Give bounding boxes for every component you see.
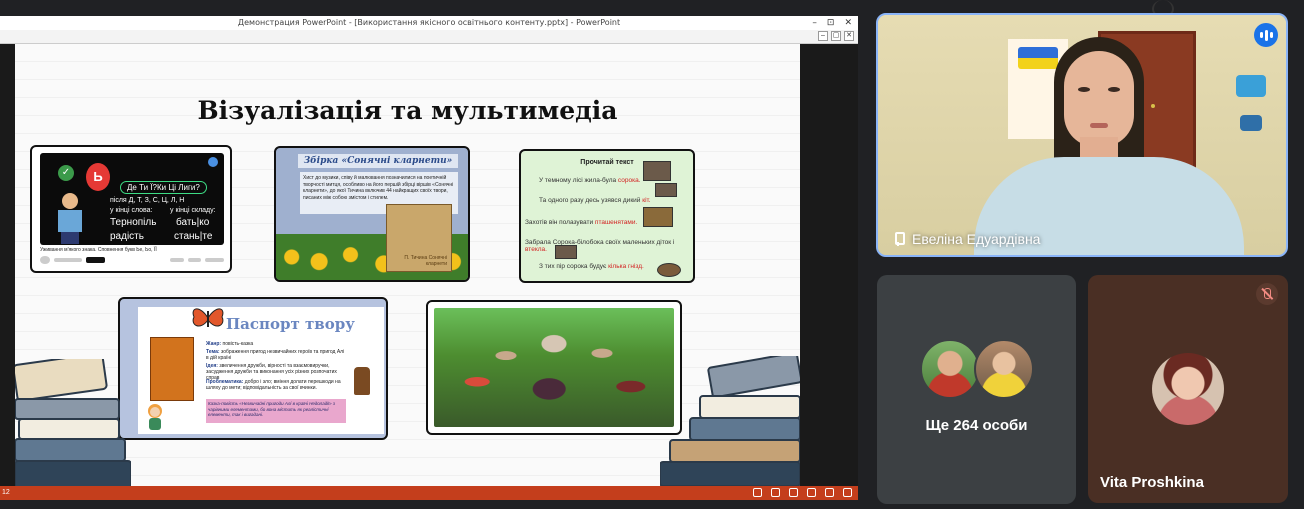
text-line-5: З тих пір сорока будує кілька гнізд. xyxy=(539,263,644,270)
video-meta xyxy=(40,255,224,265)
text-card[interactable]: Прочитай текст У темному лісі жила-була … xyxy=(519,149,695,283)
video-end-syllable: у кінці складу: xyxy=(170,207,216,214)
boy-illustration xyxy=(58,193,82,245)
books-left-illustration xyxy=(15,359,131,486)
normal-view-icon[interactable] xyxy=(807,488,816,497)
video-card[interactable]: ✓ Ь Де Ти Ї?Ки Ці Лиги? після Д, Т, З, С… xyxy=(30,145,232,273)
participant-name: Vita Proshkina xyxy=(1100,474,1204,491)
speaker-eye xyxy=(1108,87,1120,92)
clock-icon xyxy=(354,367,370,395)
movie-still-image xyxy=(434,308,674,427)
butterfly-icon xyxy=(192,308,224,327)
passport-card[interactable]: Паспорт твору Жанр: повість-казка Тема: … xyxy=(118,297,388,440)
speaker-tile[interactable]: Евеліна Едуардівна xyxy=(876,13,1288,257)
sub-close-button[interactable]: ✕ xyxy=(844,31,854,41)
speaker-face xyxy=(1064,51,1134,147)
chicks-image xyxy=(643,207,673,227)
slideshow-icon[interactable] xyxy=(843,488,852,497)
book-cover-image: П. Тичина Сонячні кларнети xyxy=(386,204,452,272)
video-question: Де Ти Ї?Ки Ці Лиги? xyxy=(120,181,207,194)
wall-sticker xyxy=(1236,75,1266,97)
window-controls: – ⊡ ✕ xyxy=(812,16,852,30)
next-icon[interactable] xyxy=(789,488,798,497)
passport-row-theme: Тема: зображення пригод незвичайних геро… xyxy=(206,349,345,361)
movie-card[interactable] xyxy=(426,300,682,435)
reading-view-icon[interactable] xyxy=(825,488,834,497)
video-caption: Уживання м'якого знака. Сповнення букв Ь… xyxy=(40,247,157,253)
speaking-indicator-icon xyxy=(1254,23,1278,47)
speaker-mouth xyxy=(1090,123,1108,128)
minimize-button[interactable]: – xyxy=(812,16,817,30)
others-count-label: Ще 264 особи xyxy=(925,417,1028,434)
balloon-icon: Ь xyxy=(86,163,110,191)
menu-icon[interactable] xyxy=(771,488,780,497)
sub-restore-button[interactable]: ▢ xyxy=(831,31,841,41)
close-button[interactable]: ✕ xyxy=(844,16,852,30)
passport-title: Паспорт твору xyxy=(226,315,355,333)
check-icon: ✓ xyxy=(58,165,74,181)
wall-sticker xyxy=(1240,115,1262,131)
avatar xyxy=(974,339,1034,399)
info-icon xyxy=(208,157,218,167)
magpie-image xyxy=(643,161,671,181)
speaker-name: Евеліна Едуардівна xyxy=(912,231,1041,247)
book-card[interactable]: Збірка «Сонячні кларнети» Хист до музики… xyxy=(274,146,470,282)
toolbar-strip: – ▢ ✕ xyxy=(0,30,858,44)
window-title: Демонстрация PowerPoint - [Використання … xyxy=(0,16,858,30)
speaker-name-tag: Евеліна Едуардівна xyxy=(892,231,1040,247)
mic-off-icon xyxy=(1256,283,1278,305)
text-line-4: Забрала Сорока-білобока своїх маленьких … xyxy=(525,239,675,253)
slideshow-status-bar: 12 xyxy=(0,486,858,500)
slide-title: Візуалізація та мультимедіа xyxy=(197,96,618,125)
video-end-word: у кінці слова: xyxy=(110,207,153,214)
video-frame: ✓ Ь Де Ти Ї?Ки Ці Лиги? після Д, Т, З, С… xyxy=(40,153,224,245)
book-cover-image xyxy=(150,337,194,401)
book-cover-text: П. Тичина Сонячні кларнети xyxy=(404,255,447,267)
participant-tile[interactable]: Vita Proshkina xyxy=(1088,275,1288,503)
girl-illustration xyxy=(148,404,162,430)
others-tile[interactable]: Ще 264 особи xyxy=(877,275,1076,504)
bird-image xyxy=(555,245,577,259)
books-right-illustration xyxy=(660,356,800,486)
sub-minimize-button[interactable]: – xyxy=(818,31,828,41)
book-banner: Збірка «Сонячні кларнети» xyxy=(298,154,458,168)
prev-icon[interactable] xyxy=(753,488,762,497)
passport-panel: Паспорт твору Жанр: повість-казка Тема: … xyxy=(138,307,384,434)
text-line-1: У темному лісі жила-була сорока. xyxy=(539,177,641,184)
video-after-letters: після Д, Т, З, С, Ц, Л, Н xyxy=(110,197,185,204)
text-line-2: Та одного разу десь узявся дикий кіт. xyxy=(539,197,651,204)
nest-image xyxy=(657,263,681,277)
avatar xyxy=(1152,353,1224,425)
pin-icon[interactable] xyxy=(892,232,905,246)
video-word-1: Тернопіль xyxy=(110,217,157,228)
text-line-3: Захотів він полазувати пташенятами. xyxy=(525,219,638,226)
speaker-eye xyxy=(1078,87,1090,92)
video-word-3: бать|ко xyxy=(176,217,210,228)
passport-row-problems: Проблематика: добро і зло; вміння долати… xyxy=(206,379,341,391)
passport-row-genre: Жанр: повість-казка xyxy=(206,341,254,347)
cat-image xyxy=(655,183,677,197)
meeting-screen: Демонстрация PowerPoint - [Використання … xyxy=(0,0,1304,509)
video-word-4: стань|те xyxy=(174,231,213,242)
slide-number: 12 xyxy=(2,489,10,496)
avatar xyxy=(920,339,980,399)
passport-note: Казка-повість «Незвичайні пригоди Алі в … xyxy=(206,399,346,423)
presentation-window: Демонстрация PowerPoint - [Використання … xyxy=(0,16,858,500)
slide[interactable]: Візуалізація та мультимедіа ✓ Ь Де Ти Ї?… xyxy=(15,44,800,486)
video-word-2: радість xyxy=(110,231,144,242)
restore-button[interactable]: ⊡ xyxy=(827,16,835,30)
